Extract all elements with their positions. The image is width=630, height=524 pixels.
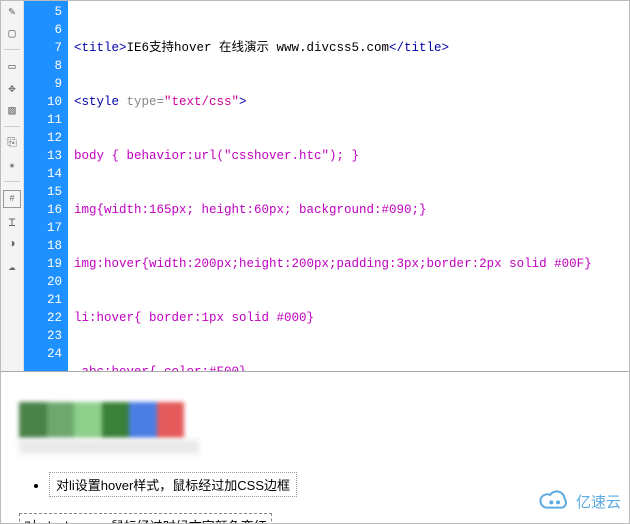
line-number: 10 [26, 93, 62, 111]
preview-logo [19, 402, 184, 438]
line-number: 19 [26, 255, 62, 273]
line-number: 6 [26, 21, 62, 39]
line-number: 14 [26, 165, 62, 183]
vertical-toolbar: ✎ ▢ ▭ ✥ ▨ ⎘ ✴ # ⌶ ◑ ☁ [1, 1, 24, 371]
line-number: 23 [26, 327, 62, 345]
line-number-gutter: 56789101112131415161718192021222324 [24, 1, 68, 371]
line-number: 7 [26, 39, 62, 57]
editor-area: ✎ ▢ ▭ ✥ ▨ ⎘ ✴ # ⌶ ◑ ☁ 567891011121314151… [1, 1, 629, 372]
line-number: 22 [26, 309, 62, 327]
move-icon[interactable]: ✥ [4, 80, 20, 96]
line-number: 13 [26, 147, 62, 165]
code-line: <title>IE6支持hover 在线演示 www.divcss5.com</… [74, 39, 623, 57]
code-line: .abc:hover{ color:#F00} [74, 363, 623, 371]
gear-icon[interactable]: ✴ [4, 157, 20, 173]
line-number: 20 [26, 273, 62, 291]
line-number: 5 [26, 3, 62, 21]
code-line: li:hover{ border:1px solid #000} [74, 309, 623, 327]
separator [4, 126, 20, 127]
code-line: body { behavior:url("csshover.htc"); } [74, 147, 623, 165]
separator [4, 49, 20, 50]
code-line: img{width:165px; height:60px; background… [74, 201, 623, 219]
color-icon[interactable]: ◑ [4, 236, 20, 252]
line-number: 15 [26, 183, 62, 201]
preview-pane: 对li设置hover样式，鼠标经过加CSS边框 对.abc:hover，鼠标经过… [1, 372, 629, 520]
cloud-icon [538, 490, 570, 512]
preview-abc[interactable]: 对.abc:hover，鼠标经过时候文字颜色变红 [19, 513, 272, 524]
line-number: 11 [26, 111, 62, 129]
preview-list: 对li设置hover样式，鼠标经过加CSS边框 [19, 472, 611, 497]
dotted-icon[interactable]: ▭ [4, 58, 20, 74]
line-number: 12 [26, 129, 62, 147]
separator [4, 181, 20, 182]
text-icon[interactable]: ⌶ [4, 214, 20, 230]
line-number: 17 [26, 219, 62, 237]
cloud-icon[interactable]: ☁ [4, 258, 20, 274]
code-line: img:hover{width:200px;height:200px;paddi… [74, 255, 623, 273]
new-file-icon[interactable]: ▢ [4, 25, 20, 41]
line-number: 9 [26, 75, 62, 93]
line-number: 18 [26, 237, 62, 255]
line-number: 21 [26, 291, 62, 309]
line-number: 16 [26, 201, 62, 219]
select-icon[interactable]: ▨ [4, 102, 20, 118]
line-number: 24 [26, 345, 62, 363]
watermark: 亿速云 [538, 490, 621, 512]
code-line: <style type="text/css"> [74, 93, 623, 111]
hash-icon[interactable]: # [3, 190, 21, 208]
shadow [19, 440, 199, 454]
list-item[interactable]: 对li设置hover样式，鼠标经过加CSS边框 [49, 472, 297, 497]
watermark-text: 亿速云 [576, 491, 621, 512]
link-icon[interactable]: ⎘ [4, 135, 20, 151]
cursor-icon[interactable]: ✎ [4, 3, 20, 19]
ide-window: ✎ ▢ ▭ ✥ ▨ ⎘ ✴ # ⌶ ◑ ☁ 567891011121314151… [0, 0, 630, 524]
code-editor[interactable]: <title>IE6支持hover 在线演示 www.divcss5.com</… [68, 1, 629, 371]
line-number: 8 [26, 57, 62, 75]
